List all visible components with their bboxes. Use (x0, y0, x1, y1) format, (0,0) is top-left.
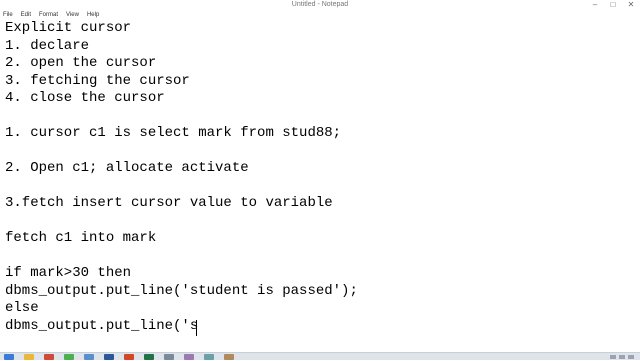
window-title: Untitled - Notepad (291, 1, 349, 8)
window-controls: – □ ✕ (586, 0, 640, 10)
explorer-icon[interactable] (24, 353, 34, 360)
app-icon[interactable] (164, 353, 174, 360)
editor-line: 3.fetch insert cursor value to variable (5, 195, 333, 211)
close-button[interactable]: ✕ (622, 0, 640, 10)
editor-line: Explicit cursor (5, 20, 132, 36)
editor-line: 3. fetching the cursor (5, 72, 190, 89)
media-icon[interactable] (44, 353, 54, 360)
menu-file[interactable]: File (2, 10, 14, 20)
text-editor[interactable]: Explicit cursor 1. declare 2. open the c… (0, 20, 640, 352)
menu-edit[interactable]: Edit (20, 10, 32, 20)
menu-bar: File Edit Format View Help (0, 10, 640, 20)
app-icon[interactable] (204, 353, 214, 360)
volume-icon[interactable] (619, 355, 625, 359)
editor-line: 1. declare (5, 37, 90, 54)
minimize-button[interactable]: – (586, 0, 604, 10)
editor-line: 2. open the cursor (5, 55, 157, 71)
editor-line: else (5, 300, 39, 316)
text-caret (196, 320, 197, 336)
app-icon[interactable] (224, 353, 234, 360)
powerpoint-icon[interactable] (124, 353, 134, 360)
menu-view[interactable]: View (65, 10, 80, 20)
editor-line: dbms_output.put_line('student is passed'… (5, 282, 358, 299)
editor-line: fetch c1 into mark (5, 230, 157, 246)
menu-help[interactable]: Help (86, 10, 100, 20)
editor-line: dbms_output.put_line('s (5, 317, 199, 334)
editor-line: 4. close the cursor (5, 90, 165, 106)
excel-icon[interactable] (144, 353, 154, 360)
word-icon[interactable] (104, 353, 114, 360)
notepad-icon[interactable] (84, 353, 94, 360)
start-icon[interactable] (4, 353, 14, 360)
editor-line: if mark>30 then (5, 265, 132, 281)
maximize-button[interactable]: □ (604, 0, 622, 10)
chrome-icon[interactable] (64, 353, 74, 360)
taskbar (0, 352, 640, 360)
clock-icon[interactable] (628, 355, 634, 359)
network-icon[interactable] (610, 355, 616, 359)
app-icon[interactable] (184, 353, 194, 360)
menu-format[interactable]: Format (38, 10, 59, 20)
editor-line: 2. Open c1; allocate activate (5, 160, 249, 176)
editor-line: 1. cursor c1 is select mark from stud88; (5, 125, 342, 141)
